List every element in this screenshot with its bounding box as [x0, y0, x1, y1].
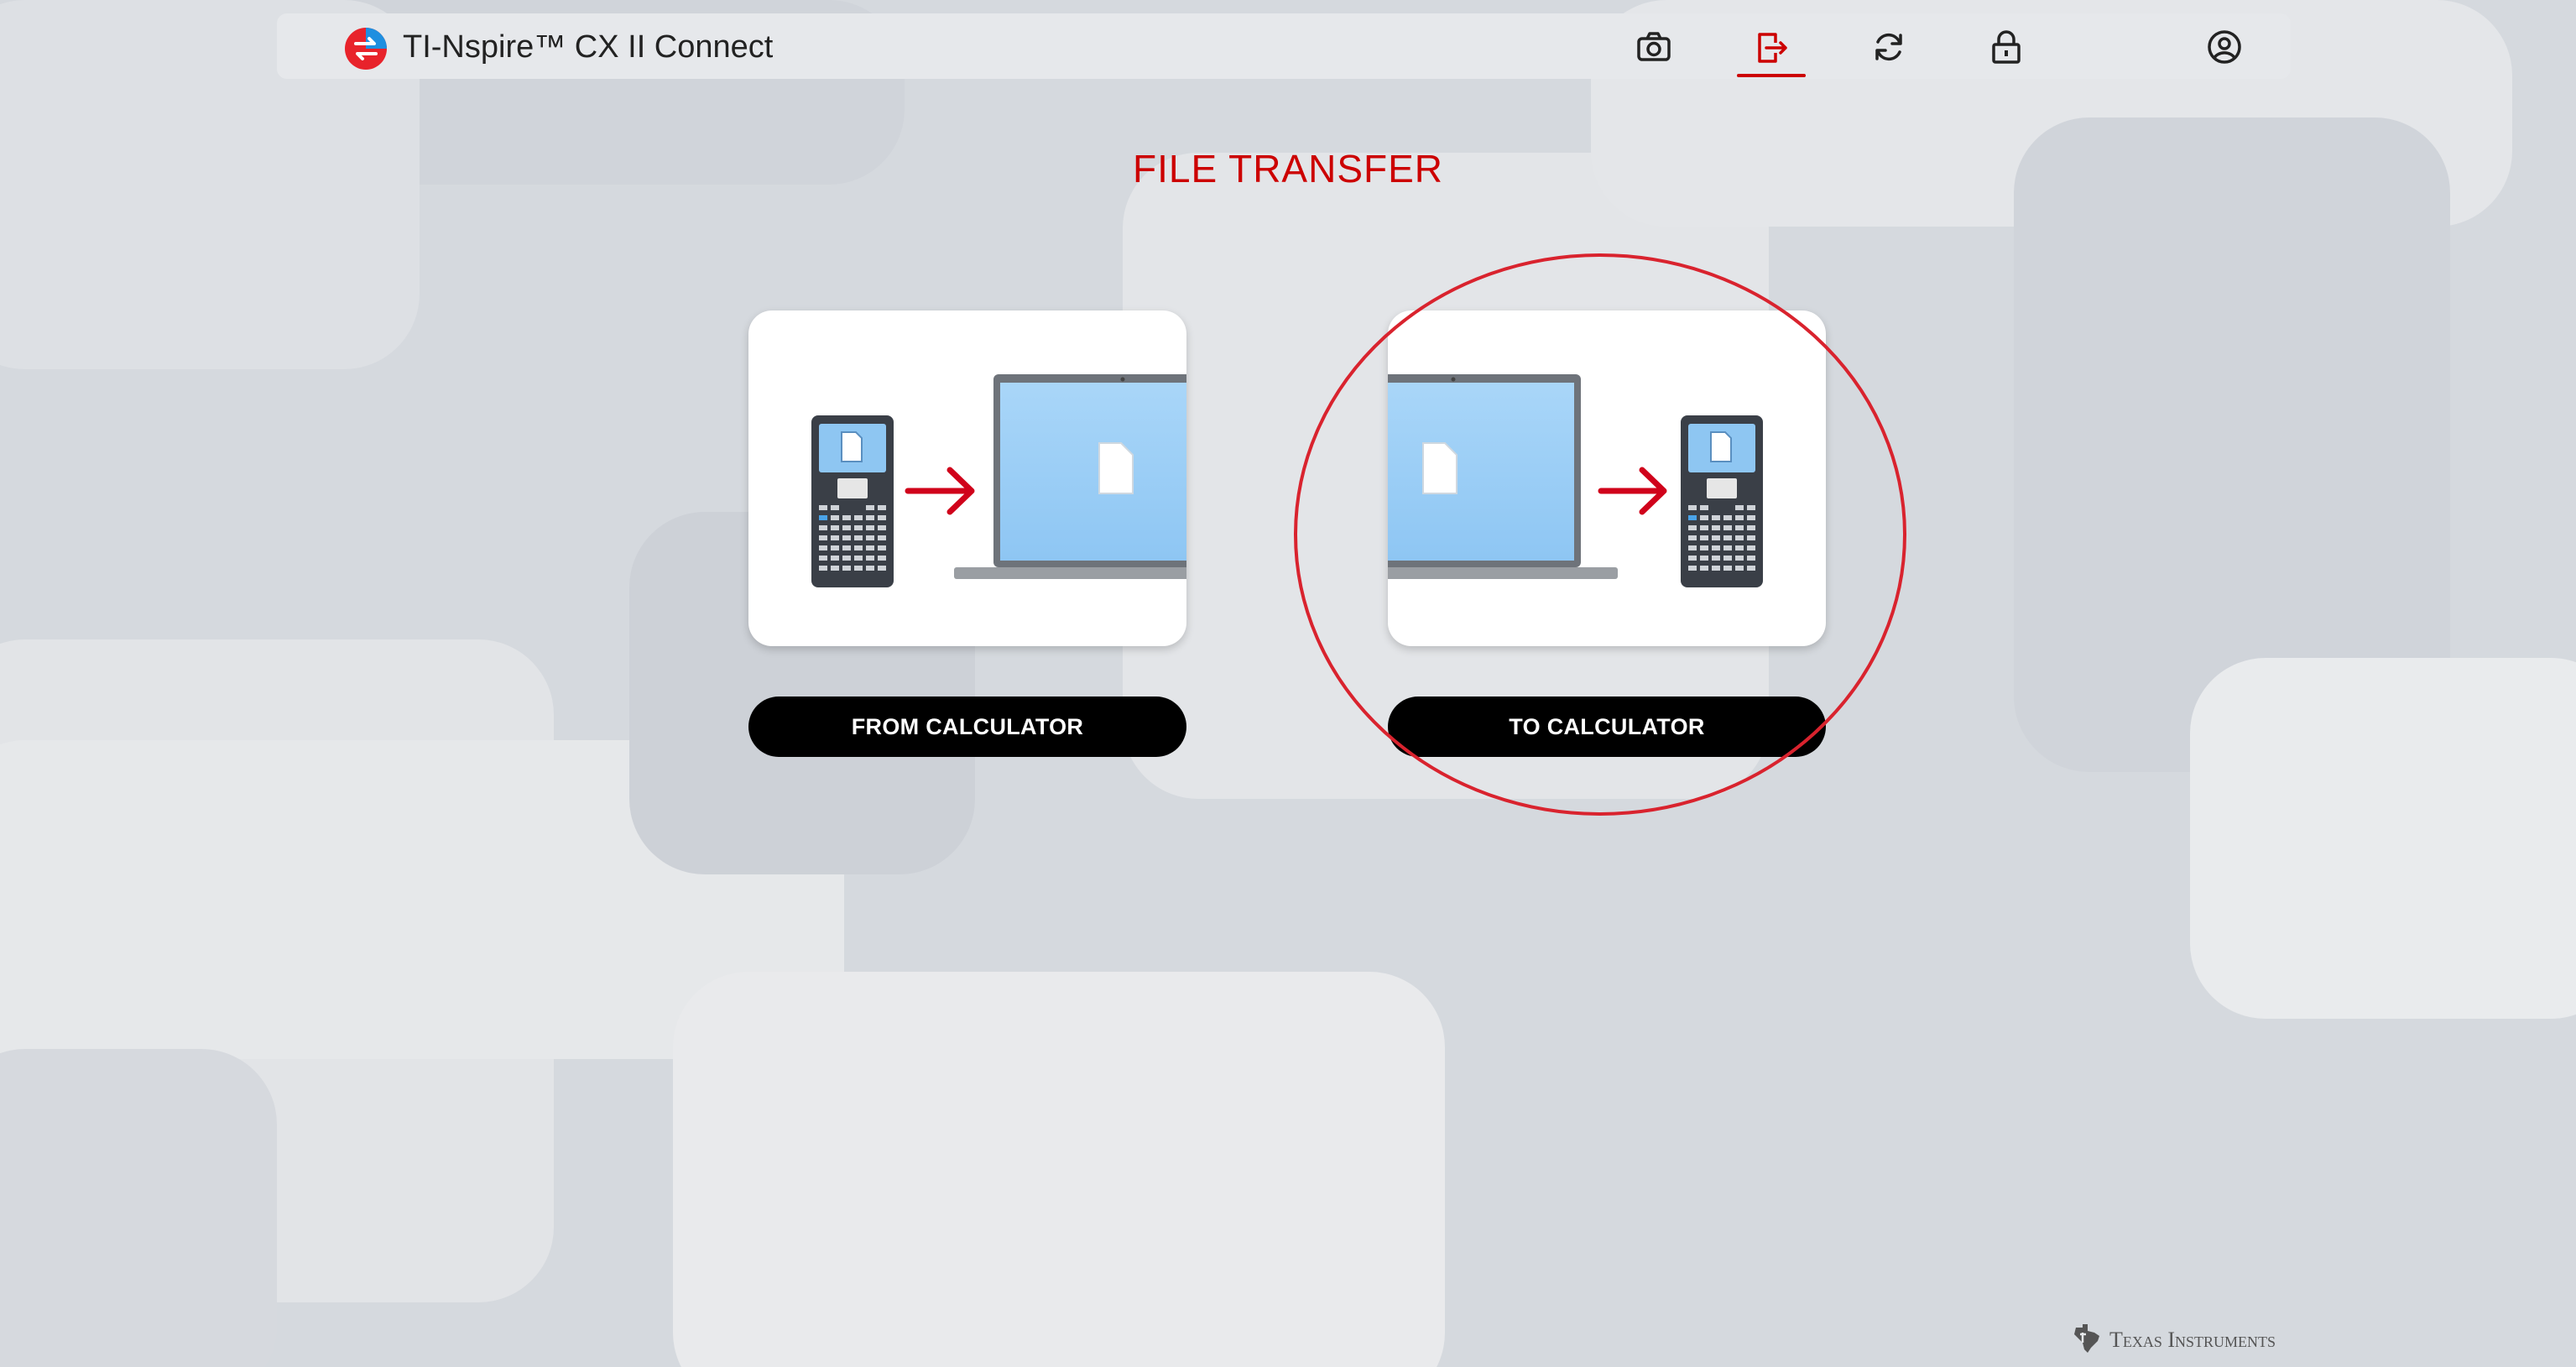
- to-calculator-card[interactable]: [1388, 310, 1826, 646]
- background-shape: [0, 1049, 277, 1367]
- texas-state-icon: [2074, 1324, 2099, 1353]
- page-title: FILE TRANSFER: [1133, 147, 1443, 190]
- from-calculator-button[interactable]: FROM CALCULATOR: [748, 697, 1186, 757]
- active-tab-indicator: [1737, 74, 1806, 77]
- background-shape: [673, 972, 1445, 1367]
- footer-brand: Texas Instruments: [2109, 1328, 2276, 1352]
- background-shape: [2190, 658, 2576, 1019]
- calculator-illustration: [811, 415, 894, 587]
- file-transfer-icon[interactable]: [1752, 28, 1791, 66]
- refresh-icon[interactable]: [1869, 28, 1908, 66]
- from-calculator-card[interactable]: [748, 310, 1186, 646]
- app-title: TI-Nspire™ CX II Connect: [403, 29, 774, 65]
- camera-icon[interactable]: [1635, 28, 1673, 66]
- ti-connect-logo-icon: [344, 27, 388, 70]
- calculator-illustration: [1681, 415, 1763, 587]
- account-icon[interactable]: [2205, 28, 2244, 66]
- laptop-illustration: [954, 374, 1186, 579]
- lock-icon[interactable]: [1987, 28, 2026, 66]
- to-calculator-button[interactable]: TO CALCULATOR: [1388, 697, 1826, 757]
- texas-instruments-logo: Texas Instruments: [2073, 1323, 2307, 1356]
- header-bar: TI-Nspire™ CX II Connect: [277, 13, 2291, 79]
- laptop-illustration: [1388, 374, 1618, 579]
